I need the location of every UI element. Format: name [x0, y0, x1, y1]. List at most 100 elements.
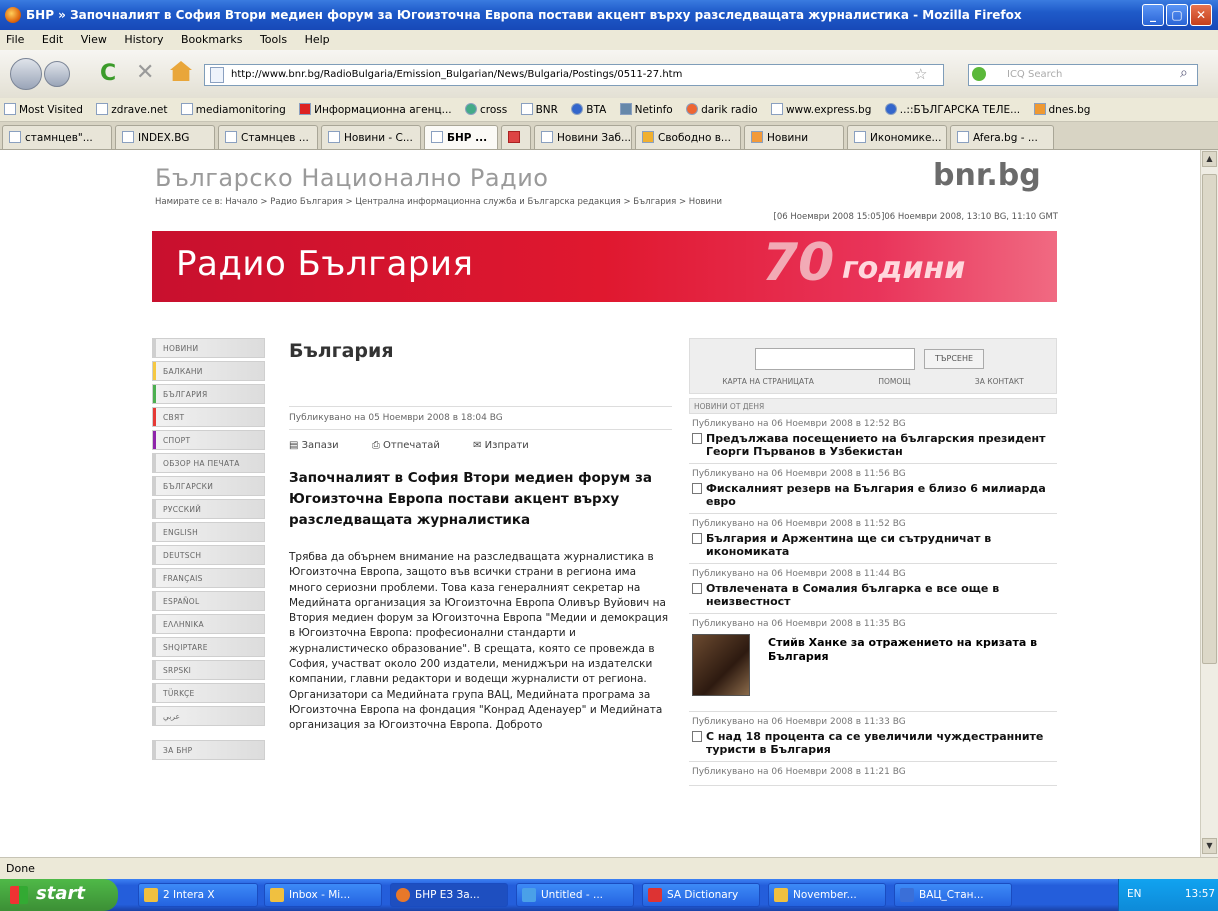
left-nav-item[interactable]: TÜRKÇE: [152, 683, 265, 703]
menu-history[interactable]: History: [124, 33, 163, 46]
site-name[interactable]: Българско Национално Радио: [155, 164, 548, 192]
bookmark-cross[interactable]: cross: [464, 103, 507, 116]
back-button[interactable]: [10, 58, 42, 90]
maximize-button[interactable]: ▢: [1166, 4, 1188, 26]
bookmark-mediamonitoring[interactable]: mediamonitoring: [180, 103, 286, 116]
help-link[interactable]: ПОМОЩ: [878, 377, 910, 386]
news-title-row[interactable]: С над 18 процента са се увеличили чуждес…: [692, 730, 1054, 756]
bookmark-netinfo[interactable]: Netinfo: [619, 103, 673, 116]
tab-11[interactable]: Afera.bg - ...: [950, 125, 1054, 149]
news-photo[interactable]: [692, 634, 750, 696]
site-search-input[interactable]: [755, 348, 915, 370]
left-nav-item[interactable]: БЪЛГАРИЯ: [152, 384, 265, 404]
save-link[interactable]: ▤ Запази: [289, 440, 339, 451]
menu-tools[interactable]: Tools: [260, 33, 287, 46]
print-link[interactable]: ⎙ Отпечатай: [372, 440, 440, 451]
bookmark-most-visited[interactable]: Most Visited: [4, 103, 83, 116]
tab-1[interactable]: стамнцев"...: [2, 125, 112, 149]
news-item[interactable]: Публикувано на 06 Ноември 2008 в 11:52 B…: [689, 514, 1057, 564]
menu-edit[interactable]: Edit: [42, 33, 63, 46]
tab-close-icon[interactable]: [501, 125, 531, 149]
breadcrumb[interactable]: Намирате се в: Начало > Радио България >…: [155, 197, 1055, 207]
reload-icon[interactable]: C: [100, 61, 116, 86]
bookmark-dnes[interactable]: dnes.bg: [1033, 103, 1090, 116]
left-nav-item[interactable]: СПОРТ: [152, 430, 265, 450]
task-november[interactable]: November...: [768, 883, 886, 907]
send-link[interactable]: ✉ Изпрати: [473, 440, 529, 451]
task-intera[interactable]: 2 Intera X: [138, 883, 258, 907]
scroll-thumb[interactable]: [1202, 174, 1217, 664]
menu-help[interactable]: Help: [305, 33, 330, 46]
close-button[interactable]: ✕: [1190, 4, 1212, 26]
bookmark-info-agency[interactable]: Информационна агенц...: [299, 103, 452, 116]
site-search-button[interactable]: ТЪРСЕНЕ: [924, 349, 984, 369]
left-nav-item[interactable]: РУССКИЙ: [152, 499, 265, 519]
minimize-button[interactable]: _: [1142, 4, 1164, 26]
left-nav-item[interactable]: ЗА БНР: [152, 740, 265, 760]
left-nav-item[interactable]: عربي: [152, 706, 265, 726]
news-title-row[interactable]: Фискалният резерв на България е близо 6 …: [692, 482, 1054, 508]
task-firefox-bnr[interactable]: БНР ЕЗ За...: [390, 883, 508, 907]
left-nav-item[interactable]: НОВИНИ: [152, 338, 265, 358]
search-go-icon[interactable]: ⌕: [1180, 65, 1188, 81]
task-inbox[interactable]: Inbox - Mi...: [264, 883, 382, 907]
tab-bnr-active[interactable]: БНР ...: [424, 125, 498, 149]
window-titlebar[interactable]: БНР » Започналият в София Втори медиен ф…: [0, 0, 1218, 30]
bookmark-bg-tele[interactable]: ..::БЪЛГАРСКА ТЕЛЕ...: [884, 103, 1020, 116]
stop-icon[interactable]: ✕: [136, 60, 154, 85]
tab-favicon: [642, 131, 654, 143]
forward-button[interactable]: [44, 61, 70, 87]
news-title-row[interactable]: България и Аржентина ще си сътрудничат в…: [692, 532, 1054, 558]
url-bar[interactable]: http://www.bnr.bg/RadioBulgaria/Emission…: [204, 64, 944, 86]
left-nav-item[interactable]: ENGLISH: [152, 522, 265, 542]
menu-bookmarks[interactable]: Bookmarks: [181, 33, 242, 46]
news-item[interactable]: Публикувано на 06 Ноември 2008 в 11:44 B…: [689, 564, 1057, 614]
bookmark-zdrave[interactable]: zdrave.net: [96, 103, 167, 116]
scroll-up-icon[interactable]: ▲: [1202, 151, 1217, 167]
news-item[interactable]: Публикувано на 06 Ноември 2008 в 11:35 B…: [689, 614, 1057, 712]
bookmark-bnr[interactable]: BNR: [520, 103, 558, 116]
tab-8[interactable]: Свободно в...: [635, 125, 741, 149]
site-logo[interactable]: bnr.bg: [933, 158, 1041, 193]
task-sa-dictionary[interactable]: SA Dictionary: [642, 883, 760, 907]
bookmark-darik[interactable]: darik radio: [686, 103, 758, 116]
tab-3[interactable]: Стамнцев ...: [218, 125, 318, 149]
site-identity-icon[interactable]: [210, 67, 224, 83]
contact-link[interactable]: ЗА КОНТАКТ: [975, 377, 1024, 386]
language-indicator[interactable]: EN: [1127, 888, 1142, 900]
tab-4[interactable]: Новини - С...: [321, 125, 421, 149]
left-nav-item[interactable]: DEUTSCH: [152, 545, 265, 565]
vertical-scrollbar[interactable]: ▲ ▼: [1200, 150, 1218, 857]
sitemap-link[interactable]: КАРТА НА СТРАНИЦАТА: [722, 377, 814, 386]
left-nav-item[interactable]: ΕΛΛΗΝΙΚΑ: [152, 614, 265, 634]
tab-9[interactable]: Новини: [744, 125, 844, 149]
left-nav-item[interactable]: ОБЗОР НА ПЕЧАТА: [152, 453, 265, 473]
left-nav-item[interactable]: БАЛКАНИ: [152, 361, 265, 381]
bookmark-express[interactable]: www.express.bg: [770, 103, 871, 116]
search-input[interactable]: ICQ Search: [968, 64, 1198, 86]
news-title-row[interactable]: Отвлечената в Сомалия българка е все още…: [692, 582, 1054, 608]
search-engine-icon[interactable]: [972, 67, 986, 81]
tab-7[interactable]: Новини Заб...: [534, 125, 632, 149]
document-icon: [692, 483, 702, 494]
tab-10[interactable]: Икономике...: [847, 125, 947, 149]
news-item[interactable]: Публикувано на 06 Ноември 2008 в 12:52 B…: [689, 414, 1057, 464]
task-vac-doc[interactable]: ВАЦ_Стан...: [894, 883, 1012, 907]
menu-file[interactable]: File: [6, 33, 24, 46]
left-nav-item[interactable]: SRPSKI: [152, 660, 265, 680]
scroll-down-icon[interactable]: ▼: [1202, 838, 1217, 854]
left-nav-item[interactable]: FRANÇAIS: [152, 568, 265, 588]
news-item[interactable]: Публикувано на 06 Ноември 2008 в 11:56 B…: [689, 464, 1057, 514]
news-item[interactable]: Публикувано на 06 Ноември 2008 в 11:21 B…: [689, 762, 1057, 786]
bookmark-bta[interactable]: BTA: [571, 103, 606, 116]
left-nav-item[interactable]: SHQIPTARE: [152, 637, 265, 657]
left-nav-item[interactable]: БЪЛГАРСКИ: [152, 476, 265, 496]
news-item[interactable]: Публикувано на 06 Ноември 2008 в 11:33 B…: [689, 712, 1057, 762]
tab-index-bg[interactable]: INDEX.BG: [115, 125, 215, 149]
left-nav-item[interactable]: СВЯТ: [152, 407, 265, 427]
news-title-row[interactable]: Предължава посещението на българския пре…: [692, 432, 1054, 458]
menu-view[interactable]: View: [81, 33, 107, 46]
bookmark-star-icon[interactable]: ☆: [914, 65, 927, 83]
left-nav-item[interactable]: ESPAÑOL: [152, 591, 265, 611]
task-untitled[interactable]: Untitled - ...: [516, 883, 634, 907]
